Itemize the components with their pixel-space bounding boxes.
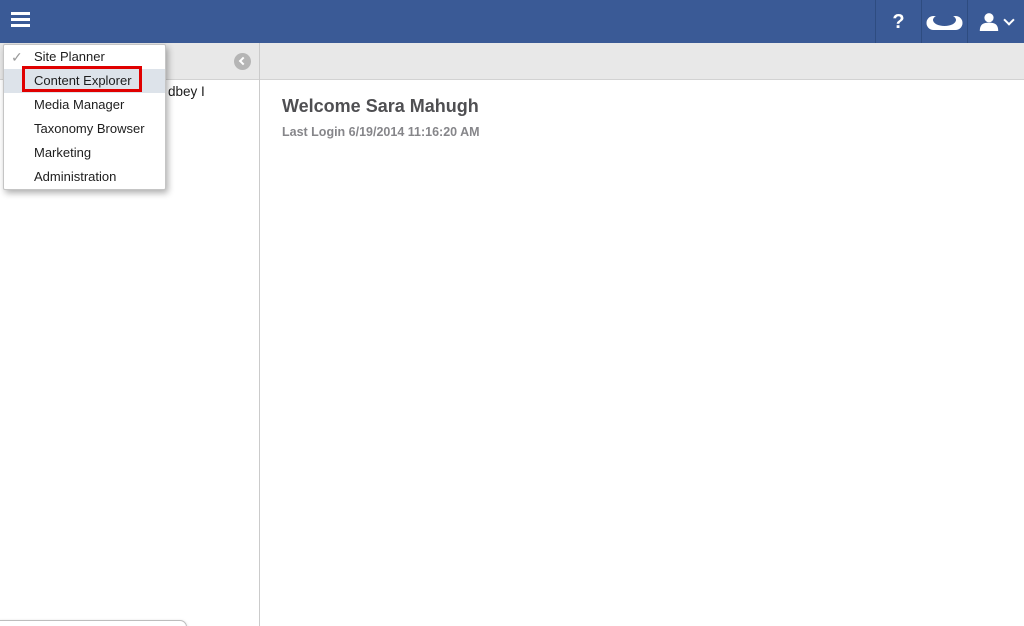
welcome-heading: Welcome Sara Mahugh bbox=[282, 96, 479, 116]
menu-item-marketing[interactable]: Marketing bbox=[4, 141, 165, 165]
menu-item-administration[interactable]: Administration bbox=[4, 165, 165, 189]
topbar-actions: ? bbox=[875, 0, 1024, 43]
question-mark-icon: ? bbox=[892, 10, 905, 33]
last-login-text: Last Login 6/19/2014 11:16:20 AM bbox=[282, 125, 480, 139]
menu-item-media-manager[interactable]: Media Manager bbox=[4, 93, 165, 117]
tree-item-partial[interactable]: dbey I bbox=[168, 84, 205, 99]
menu-item-label: Administration bbox=[34, 169, 117, 184]
hamburger-menu-button[interactable] bbox=[11, 12, 33, 32]
menu-item-taxonomy-browser[interactable]: Taxonomy Browser bbox=[4, 117, 165, 141]
chevron-down-icon bbox=[1003, 14, 1015, 26]
user-icon bbox=[979, 12, 999, 31]
menu-item-site-planner[interactable]: ✓ Site Planner bbox=[4, 45, 165, 69]
main-content: Welcome Sara Mahugh Last Login 6/19/2014… bbox=[260, 80, 1024, 626]
goggles-icon bbox=[926, 13, 963, 30]
menu-item-label: Site Planner bbox=[34, 49, 105, 64]
app-window: ? dbey I Welcome Sara Mahugh Last Login … bbox=[0, 0, 1024, 626]
menu-item-label: Content Explorer bbox=[34, 73, 132, 88]
chevron-left-icon bbox=[238, 56, 248, 66]
check-icon: ✓ bbox=[11, 49, 23, 65]
collapse-panel-button[interactable] bbox=[234, 53, 251, 70]
navigation-dropdown: ✓ Site Planner Content Explorer Media Ma… bbox=[3, 44, 166, 190]
collapsed-bottom-panel[interactable] bbox=[0, 620, 187, 626]
menu-item-content-explorer[interactable]: Content Explorer bbox=[4, 69, 165, 93]
help-button[interactable]: ? bbox=[875, 0, 921, 43]
topbar: ? bbox=[0, 0, 1024, 43]
hamburger-icon bbox=[11, 12, 33, 27]
menu-item-label: Taxonomy Browser bbox=[34, 121, 145, 136]
goggles-button[interactable] bbox=[921, 0, 967, 43]
user-menu-button[interactable] bbox=[967, 0, 1024, 43]
menu-item-label: Marketing bbox=[34, 145, 92, 160]
menu-item-label: Media Manager bbox=[34, 97, 125, 112]
